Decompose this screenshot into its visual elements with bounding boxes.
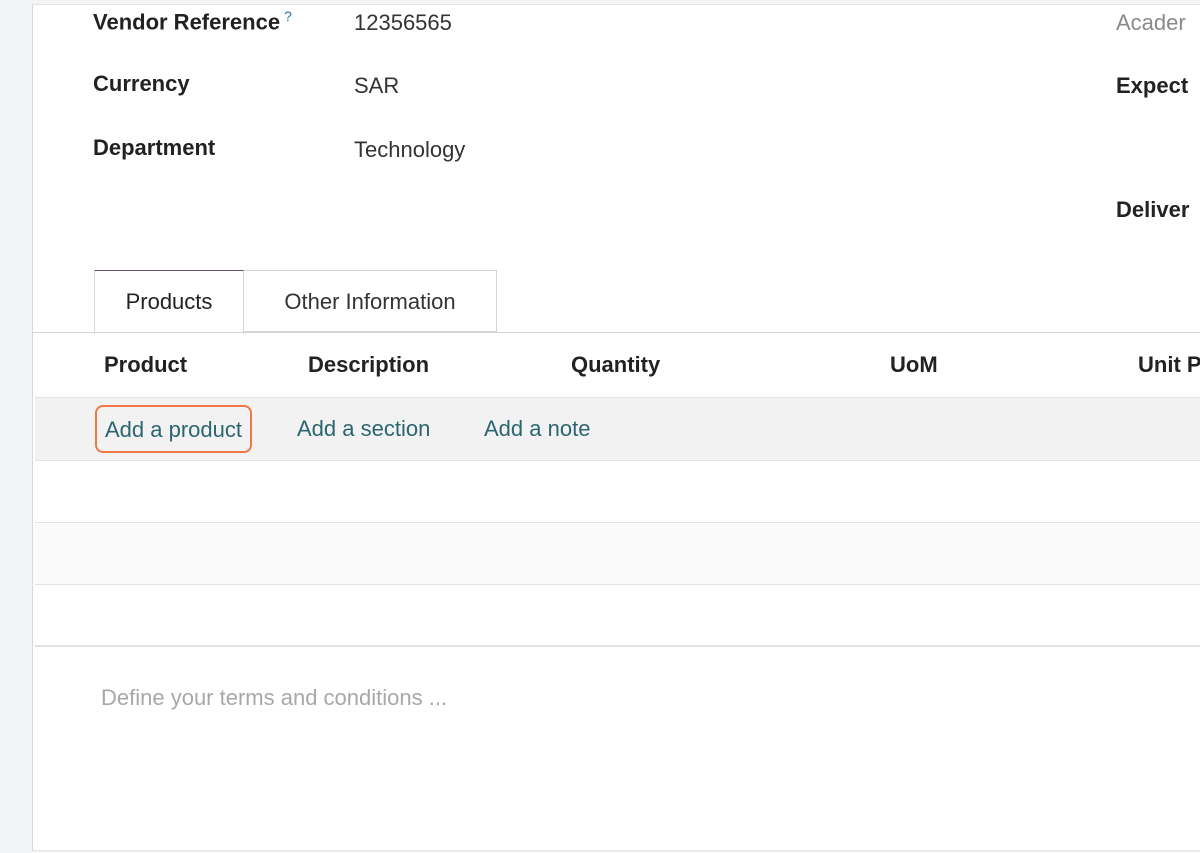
vendor-reference-label-text: Vendor Reference bbox=[93, 9, 281, 35]
empty-row bbox=[35, 523, 1200, 585]
order-lines-header: Product Description Quantity UoM Unit P bbox=[33, 333, 1200, 397]
column-quantity[interactable]: Quantity bbox=[571, 333, 660, 397]
add-product-link[interactable]: Add a product bbox=[95, 405, 252, 453]
academic-label: Acader bbox=[1116, 10, 1186, 35]
terms-conditions-field[interactable]: Define your terms and conditions ... bbox=[101, 685, 447, 711]
add-line-row: Add a product Add a section Add a note bbox=[35, 397, 1200, 461]
deliver-label: Deliver bbox=[1116, 197, 1190, 222]
help-icon[interactable]: ? bbox=[284, 8, 292, 24]
vendor-reference-label: Vendor Reference? bbox=[93, 8, 292, 35]
column-uom[interactable]: UoM bbox=[890, 333, 938, 397]
empty-row bbox=[35, 461, 1200, 523]
tab-products[interactable]: Products bbox=[94, 270, 244, 334]
currency-label: Currency bbox=[93, 71, 190, 96]
vendor-reference-value[interactable]: 12356565 bbox=[354, 10, 452, 36]
expected-label: Expect bbox=[1116, 73, 1189, 98]
add-section-link[interactable]: Add a section bbox=[297, 398, 430, 460]
tab-other-information[interactable]: Other Information bbox=[244, 270, 497, 332]
department-value[interactable]: Technology bbox=[354, 137, 465, 163]
column-description[interactable]: Description bbox=[308, 333, 429, 397]
purchase-order-form: Vendor Reference? 12356565 Currency SAR … bbox=[32, 4, 1200, 851]
add-note-link[interactable]: Add a note bbox=[484, 398, 590, 460]
department-label: Department bbox=[93, 135, 216, 160]
column-product[interactable]: Product bbox=[104, 333, 187, 397]
empty-row bbox=[35, 585, 1200, 647]
column-unit-price[interactable]: Unit P bbox=[1138, 333, 1200, 397]
currency-value[interactable]: SAR bbox=[354, 73, 399, 99]
